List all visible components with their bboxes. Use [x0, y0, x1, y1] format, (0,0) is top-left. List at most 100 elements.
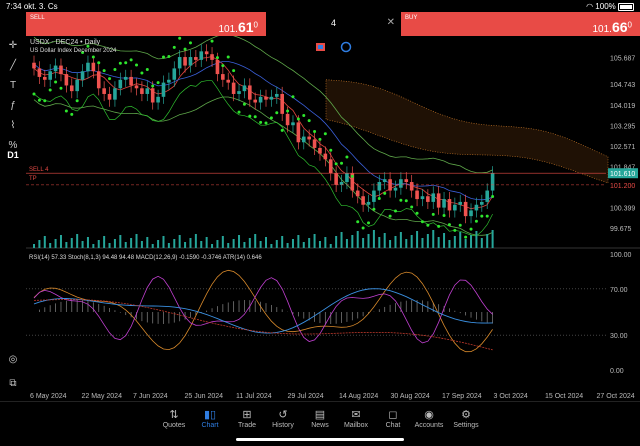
volume-bar	[362, 238, 365, 248]
candle-body	[318, 147, 322, 154]
volume-bar	[59, 235, 62, 248]
candle-body	[48, 71, 52, 80]
quantity-field[interactable]: 4 ✕	[266, 12, 401, 36]
candle-body	[361, 196, 365, 205]
volume-bar	[33, 244, 35, 248]
candle-body	[366, 201, 371, 205]
date-tick-label: 15 Oct 2024	[545, 393, 583, 400]
candle-body	[307, 136, 311, 140]
battery-percent: 100%	[595, 2, 616, 11]
nav-mailbox[interactable]: ✉ Mailbox	[339, 408, 373, 429]
sell-button[interactable]: SELL 101.610	[26, 12, 266, 36]
nav-quotes[interactable]: ⇅ Quotes	[157, 408, 191, 429]
candle-body	[447, 199, 452, 211]
sar-dot	[350, 174, 354, 178]
volume-bar	[437, 237, 440, 248]
sar-dot	[458, 223, 462, 227]
volume-bar	[43, 236, 46, 248]
sar-dot	[232, 69, 236, 73]
candle-body	[194, 57, 198, 60]
candle-body	[80, 71, 85, 80]
nav-trade[interactable]: ⊞ Trade	[230, 408, 264, 429]
volume-bar	[157, 240, 160, 248]
quantity-value[interactable]: 4	[266, 18, 401, 28]
candle-body	[469, 210, 473, 217]
nav-settings[interactable]: ⚙ Settings	[449, 408, 483, 429]
price-chart[interactable]: 105.687104.743104.019103.295102.571101.8…	[26, 36, 640, 401]
volume-bar	[275, 240, 278, 248]
volume-bar	[146, 237, 149, 248]
sar-dot	[323, 132, 327, 136]
sar-dot	[437, 224, 441, 228]
volume-bar	[124, 242, 127, 248]
candle-body	[355, 190, 360, 197]
volume-bar	[405, 239, 408, 248]
volume-bar	[329, 244, 332, 248]
sar-dot	[329, 148, 333, 152]
sar-dot	[469, 227, 473, 231]
candle-body	[426, 196, 430, 202]
price-tick-label: 103.295	[610, 123, 635, 130]
status-bar: 7:34 okt. 3. Cs ◠ 100%	[0, 0, 640, 12]
volume-bar	[238, 235, 241, 248]
date-tick-label: 22 May 2024	[82, 393, 123, 400]
sar-dot	[296, 117, 300, 121]
sar-dot	[491, 195, 495, 199]
date-tick-label: 11 Jul 2024	[236, 393, 272, 400]
buy-button[interactable]: BUY 101.660	[401, 12, 640, 36]
volume-bar	[426, 234, 429, 248]
wifi-icon: ◠	[586, 2, 594, 11]
sar-dot	[404, 199, 408, 203]
volume-bar	[394, 236, 397, 248]
volume-bar	[54, 239, 57, 248]
sar-dot	[37, 98, 41, 102]
sar-dot	[259, 120, 263, 124]
timeframe-button[interactable]: D1	[5, 150, 21, 164]
candle-body	[409, 182, 414, 191]
sar-dot	[291, 95, 295, 99]
zoom-icon[interactable]: ◎	[5, 354, 21, 368]
text-tool-icon[interactable]: T	[5, 80, 21, 94]
candle-body	[140, 88, 144, 94]
tp-price-label: 101.200	[610, 183, 635, 190]
screenshot-icon[interactable]: ⧉	[5, 378, 21, 392]
sar-dot	[129, 58, 133, 62]
candle-body	[436, 193, 441, 208]
volume-bar	[189, 238, 192, 248]
function-icon[interactable]: ƒ	[5, 100, 21, 114]
sar-dot	[361, 226, 365, 230]
price-tick-label: 105.687	[610, 55, 635, 62]
candle-body	[150, 88, 155, 103]
sar-dot	[221, 64, 225, 68]
candle-body	[274, 93, 279, 97]
nav-chat[interactable]: ◻ Chat	[376, 408, 410, 429]
nav-history[interactable]: ↺ History	[266, 408, 300, 429]
date-tick-label: 7 Jun 2024	[133, 393, 168, 400]
sar-dot	[313, 129, 317, 133]
candle-body	[463, 201, 468, 217]
sar-dot	[318, 137, 322, 141]
volume-bar	[38, 240, 41, 248]
candle-body	[253, 99, 258, 103]
chart-symbol: USDX - DEC24 • Daily	[30, 39, 101, 46]
candle-body	[269, 96, 274, 100]
volume-bar	[491, 230, 494, 248]
nav-chart[interactable]: ▮▯ Chart	[193, 408, 227, 429]
indicator-icon[interactable]: ⌇	[5, 120, 21, 134]
nav-news[interactable]: ▤ News	[303, 408, 337, 429]
sar-dot	[156, 81, 160, 85]
line-tool-icon[interactable]: ╱	[5, 60, 21, 74]
sar-dot	[431, 212, 435, 216]
volume-bar	[372, 230, 375, 248]
volume-bar	[475, 231, 478, 248]
sar-dot	[415, 211, 419, 215]
candle-body	[96, 71, 101, 89]
candle-body	[490, 173, 495, 191]
volume-bar	[254, 234, 257, 248]
clear-icon[interactable]: ✕	[387, 17, 395, 28]
sar-dot	[161, 55, 165, 59]
sar-dot	[275, 111, 279, 115]
crosshair-icon[interactable]: ✛	[5, 40, 21, 54]
trade-icon: ⊞	[242, 409, 252, 421]
nav-accounts[interactable]: ◉ Accounts	[412, 408, 446, 429]
